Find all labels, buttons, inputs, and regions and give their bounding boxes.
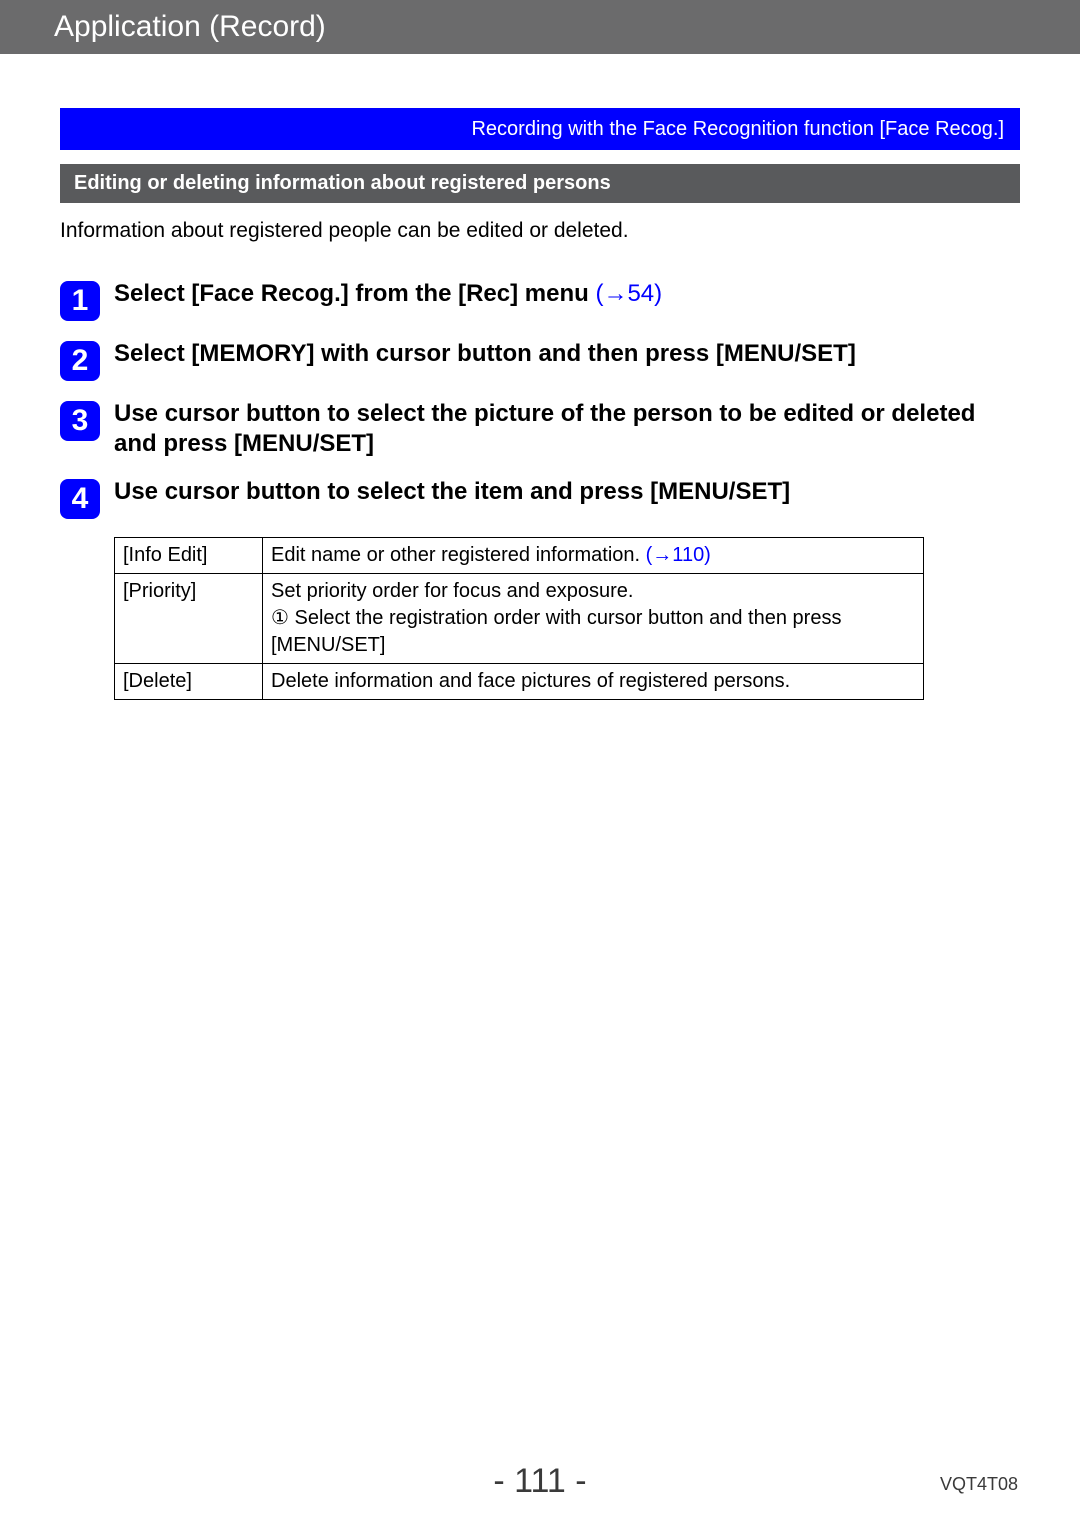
table-row: [Info Edit] Edit name or other registere… bbox=[115, 538, 924, 574]
step-number: 4 bbox=[72, 482, 89, 516]
subsection-header: Editing or deleting information about re… bbox=[60, 164, 1020, 203]
step-badge-1: 1 bbox=[60, 281, 100, 321]
option-desc: Set priority order for focus and exposur… bbox=[263, 574, 924, 664]
step-text-value: Use cursor button to select the picture … bbox=[114, 400, 975, 457]
table-row: [Priority] Set priority order for focus … bbox=[115, 574, 924, 664]
option-desc: Edit name or other registered informatio… bbox=[263, 538, 924, 574]
document-code-value: VQT4T08 bbox=[940, 1474, 1018, 1494]
document-code: VQT4T08 bbox=[940, 1474, 1018, 1495]
page-header: Application (Record) bbox=[0, 0, 1080, 54]
step-text-4: Use cursor button to select the item and… bbox=[114, 477, 790, 507]
step-2: 2 Select [MEMORY] with cursor button and… bbox=[60, 339, 1020, 381]
page-content: Recording with the Face Recognition func… bbox=[0, 108, 1080, 700]
option-name: [Priority] bbox=[115, 574, 263, 664]
intro-text: Information about registered people can … bbox=[60, 217, 1020, 245]
step-number: 3 bbox=[72, 404, 89, 438]
step-text-1: Select [Face Recog.] from the [Rec] menu… bbox=[114, 279, 662, 309]
step-number: 1 bbox=[72, 284, 89, 318]
page-footer: - 111 - bbox=[0, 1462, 1080, 1501]
option-desc-pre: Edit name or other registered informatio… bbox=[271, 544, 646, 566]
page-header-title: Application (Record) bbox=[54, 10, 326, 44]
option-name: [Info Edit] bbox=[115, 538, 263, 574]
steps-list: 1 Select [Face Recog.] from the [Rec] me… bbox=[60, 279, 1020, 519]
step-badge-2: 2 bbox=[60, 341, 100, 381]
step-text-value: Select [MEMORY] with cursor button and t… bbox=[114, 340, 856, 367]
option-desc-link[interactable]: (→110) bbox=[646, 544, 711, 566]
step-text-value: Use cursor button to select the item and… bbox=[114, 478, 790, 505]
step-link[interactable]: (→54) bbox=[595, 280, 662, 307]
step-text-3: Use cursor button to select the picture … bbox=[114, 399, 1020, 459]
section-banner-text: Recording with the Face Recognition func… bbox=[471, 118, 1004, 141]
page-number: - 111 - bbox=[493, 1462, 586, 1500]
subsection-header-text: Editing or deleting information about re… bbox=[74, 172, 611, 194]
step-1: 1 Select [Face Recog.] from the [Rec] me… bbox=[60, 279, 1020, 321]
step-number: 2 bbox=[72, 344, 89, 378]
step-text-value: Select [Face Recog.] from the [Rec] menu bbox=[114, 280, 595, 307]
step-badge-4: 4 bbox=[60, 479, 100, 519]
option-name: [Delete] bbox=[115, 664, 263, 700]
step-4: 4 Use cursor button to select the item a… bbox=[60, 477, 1020, 519]
table-row: [Delete] Delete information and face pic… bbox=[115, 664, 924, 700]
option-desc-pre: Delete information and face pictures of … bbox=[271, 670, 790, 692]
options-table: [Info Edit] Edit name or other registere… bbox=[114, 537, 924, 700]
step-3: 3 Use cursor button to select the pictur… bbox=[60, 399, 1020, 459]
option-desc-pre: Set priority order for focus and exposur… bbox=[271, 580, 841, 656]
step-badge-3: 3 bbox=[60, 401, 100, 441]
step-text-2: Select [MEMORY] with cursor button and t… bbox=[114, 339, 856, 369]
intro-text-value: Information about registered people can … bbox=[60, 219, 629, 242]
section-banner: Recording with the Face Recognition func… bbox=[60, 108, 1020, 150]
option-desc: Delete information and face pictures of … bbox=[263, 664, 924, 700]
